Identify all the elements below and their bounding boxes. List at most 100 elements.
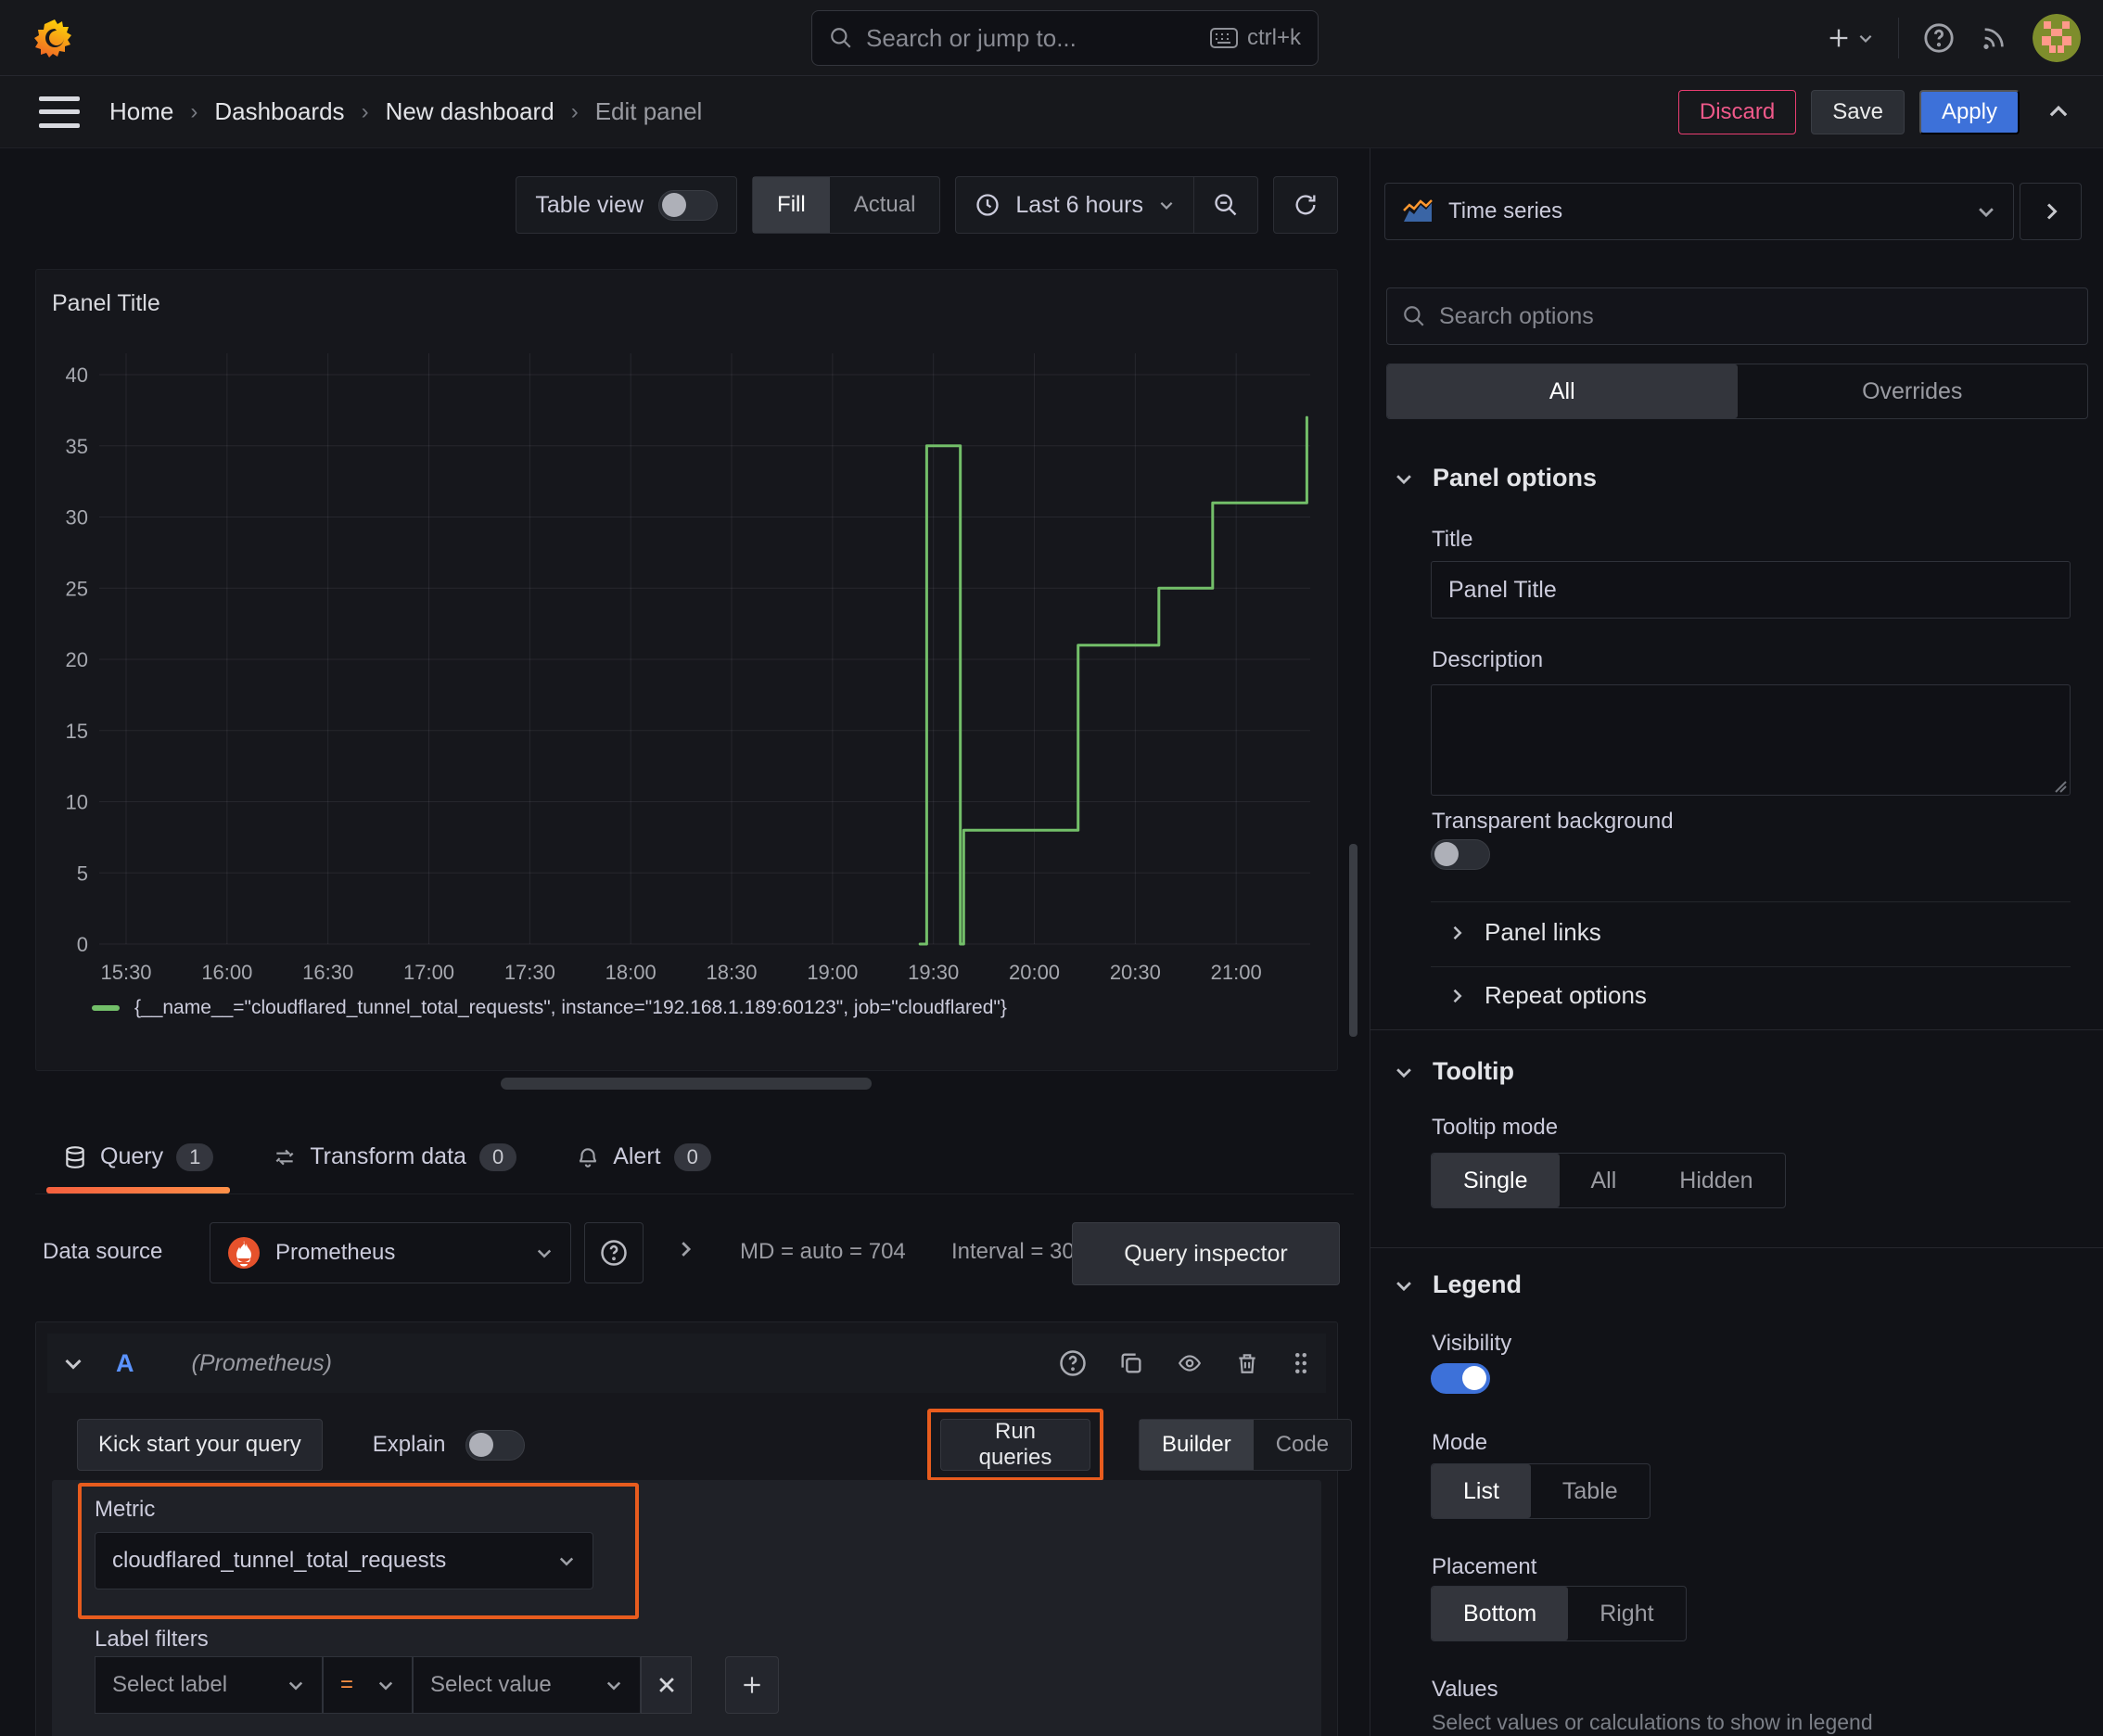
kick-start-button[interactable]: Kick start your query <box>77 1419 323 1471</box>
user-avatar[interactable] <box>2033 14 2081 62</box>
global-search[interactable]: ctrl+k <box>811 10 1319 66</box>
svg-text:30: 30 <box>66 506 88 530</box>
news-button[interactable] <box>1979 23 2008 53</box>
legend-right-option[interactable]: Right <box>1568 1587 1685 1640</box>
query-help-icon[interactable] <box>1059 1349 1087 1377</box>
datasource-help-button[interactable] <box>584 1222 644 1283</box>
svg-text:18:00: 18:00 <box>605 961 656 984</box>
metric-label: Metric <box>95 1497 156 1522</box>
chevron-down-icon <box>65 1359 82 1370</box>
refresh-button[interactable] <box>1274 177 1337 233</box>
select-value-dropdown[interactable]: Select value <box>413 1656 641 1714</box>
visualization-picker[interactable]: Time series <box>1384 183 2014 240</box>
panel-description-textarea[interactable] <box>1431 684 2071 796</box>
datasource-label: Data source <box>43 1239 163 1264</box>
actual-option[interactable]: Actual <box>830 177 940 233</box>
svg-text:20:00: 20:00 <box>1009 961 1060 984</box>
panel-view-toolbar: Table view Fill Actual Last 6 hours <box>35 176 1338 234</box>
tooltip-section-header[interactable]: Tooltip <box>1394 1057 1514 1086</box>
save-button[interactable]: Save <box>1811 89 1905 134</box>
panel-options-section-header[interactable]: Panel options <box>1394 464 1597 492</box>
grafana-edit-panel-page: ctrl+k <box>0 0 2103 1736</box>
time-range-group: Last 6 hours <box>955 176 1258 234</box>
explain-toggle[interactable] <box>465 1429 526 1461</box>
legend-table-option[interactable]: Table <box>1531 1464 1650 1518</box>
repeat-options-section[interactable]: Repeat options <box>1447 981 1647 1010</box>
topnav-actions <box>1826 0 2081 76</box>
panel-links-section[interactable]: Panel links <box>1447 918 1601 947</box>
builder-option[interactable]: Builder <box>1140 1420 1254 1470</box>
title-field-label: Title <box>1432 527 1473 552</box>
legend-series-swatch[interactable] <box>92 1005 120 1011</box>
bell-icon <box>579 1147 597 1168</box>
run-queries-button[interactable]: Run queries <box>940 1419 1090 1471</box>
collapse-editor-button[interactable] <box>2034 90 2083 134</box>
operator-dropdown[interactable]: = <box>323 1656 413 1714</box>
table-view-toggle[interactable] <box>658 189 719 221</box>
label-filters-label: Label filters <box>95 1627 209 1652</box>
breadcrumb-separator: › <box>361 98 369 124</box>
delete-query-icon[interactable] <box>1235 1350 1259 1376</box>
time-series-chart[interactable]: 0 5 10 15 20 25 30 35 40 15:30 16:00 16:30 17:00 17:3… <box>36 270 1339 1072</box>
visualization-value: Time series <box>1448 198 1563 223</box>
transparent-bg-toggle[interactable] <box>1431 839 1490 870</box>
tab-transform-data[interactable]: Transform data 0 <box>261 1120 528 1194</box>
global-search-input[interactable] <box>866 23 1197 53</box>
breadcrumb-new-dashboard[interactable]: New dashboard <box>386 97 554 126</box>
help-button[interactable] <box>1923 22 1955 54</box>
viz-suggestions-button[interactable] <box>2020 183 2082 240</box>
drag-handle-icon[interactable] <box>1291 1349 1311 1377</box>
query-count-badge: 1 <box>176 1142 214 1171</box>
breadcrumb-separator: › <box>190 98 198 124</box>
tooltip-all-option[interactable]: All <box>1560 1154 1649 1207</box>
tab-alert[interactable]: Alert 0 <box>565 1120 722 1194</box>
time-range-picker[interactable]: Last 6 hours <box>956 177 1193 233</box>
interval-stat: Interval = 30s <box>951 1239 1086 1264</box>
legend-visibility-toggle[interactable] <box>1431 1363 1490 1394</box>
remove-filter-button[interactable] <box>641 1656 692 1714</box>
select-label-dropdown[interactable]: Select label <box>95 1656 323 1714</box>
duplicate-query-icon[interactable] <box>1118 1350 1144 1376</box>
zoom-out-button[interactable] <box>1194 177 1257 233</box>
options-search[interactable] <box>1386 287 2088 345</box>
options-search-input[interactable] <box>1439 302 2072 330</box>
vertical-scrollbar[interactable] <box>1349 844 1357 1037</box>
legend-bottom-option[interactable]: Bottom <box>1432 1587 1569 1640</box>
query-row-header[interactable]: A (Prometheus) <box>47 1334 1326 1393</box>
query-toolbar: Kick start your query Explain Run querie… <box>77 1409 1353 1481</box>
tooltip-hidden-option[interactable]: Hidden <box>1648 1154 1784 1207</box>
chart-svg: 0 5 10 15 20 25 30 35 40 15:30 16:00 16:30 17:00 17:3… <box>66 353 1310 984</box>
textarea-resize-grip[interactable] <box>2052 778 2067 793</box>
add-filter-button[interactable] <box>725 1656 779 1714</box>
code-option[interactable]: Code <box>1254 1420 1351 1470</box>
tooltip-mode-label: Tooltip mode <box>1432 1115 1559 1140</box>
apply-button[interactable]: Apply <box>1918 89 2020 134</box>
pane-resize-handle[interactable] <box>501 1078 872 1090</box>
avatar-pixel-art <box>2033 14 2081 62</box>
discard-button[interactable]: Discard <box>1677 89 1797 134</box>
breadcrumb-home[interactable]: Home <box>109 97 173 126</box>
tab-all-options[interactable]: All <box>1387 364 1738 418</box>
breadcrumb-dashboards[interactable]: Dashboards <box>214 97 344 126</box>
legend-series-label[interactable]: {__name__="cloudflared_tunnel_total_requ… <box>134 997 1007 1019</box>
panel-title-input[interactable] <box>1431 561 2071 619</box>
legend-list-option[interactable]: List <box>1432 1464 1531 1518</box>
tab-query[interactable]: Query 1 <box>45 1120 231 1194</box>
add-new-button[interactable] <box>1826 25 1874 51</box>
prometheus-icon <box>228 1237 260 1269</box>
alert-count-badge: 0 <box>673 1142 711 1171</box>
menu-toggle-button[interactable] <box>39 96 80 128</box>
panel-preview: Panel Title 0 5 10 15 20 25 30 35 40 15:30 16:00 16… <box>35 269 1338 1071</box>
hide-query-icon[interactable] <box>1176 1351 1204 1375</box>
tooltip-single-option[interactable]: Single <box>1432 1154 1560 1207</box>
help-circle-icon <box>601 1240 627 1266</box>
rss-icon <box>1983 28 2004 49</box>
tab-overrides[interactable]: Overrides <box>1738 364 2088 418</box>
query-inspector-button[interactable]: Query inspector <box>1072 1222 1340 1285</box>
query-stats-expand-button[interactable] <box>675 1239 695 1259</box>
datasource-picker[interactable]: Prometheus <box>210 1222 571 1283</box>
datasource-row: Data source Prometheus MD = auto = 704 I… <box>35 1222 1340 1285</box>
metric-select[interactable]: cloudflared_tunnel_total_requests <box>95 1532 593 1589</box>
legend-section-header[interactable]: Legend <box>1394 1270 1522 1299</box>
fill-option[interactable]: Fill <box>753 177 830 233</box>
